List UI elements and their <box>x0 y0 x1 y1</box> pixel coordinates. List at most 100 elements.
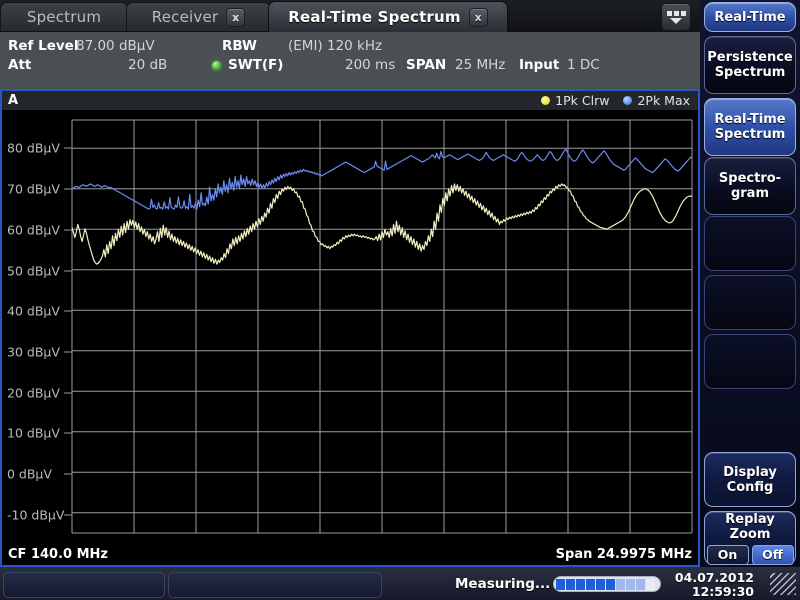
softkey-display-config[interactable]: DisplayConfig <box>704 452 796 507</box>
tab-receiver-label: Receiver <box>152 8 219 26</box>
toggle-off-button[interactable]: Off <box>752 545 794 565</box>
swt-label: SWT(F) <box>228 57 283 73</box>
input-label: Input <box>519 57 559 73</box>
center-frequency-label[interactable]: CF 140.0 MHz <box>8 547 108 562</box>
y-axis-tick-label: 0 dBµV <box>7 466 52 481</box>
swt-value[interactable]: 200 ms <box>345 57 395 73</box>
y-axis-tick-mark <box>64 270 72 271</box>
progress-segment <box>636 579 645 590</box>
y-axis-tick-label: 40 dBµV <box>7 304 60 319</box>
tab-real-time-spectrum-label: Real-Time Spectrum <box>288 8 461 26</box>
y-axis-tick-label: 30 dBµV <box>7 344 60 359</box>
input-value[interactable]: 1 DC <box>567 57 600 73</box>
ref-level-value[interactable]: 87.00 dBµV <box>76 38 155 54</box>
softkey-menu-title-label: Real-Time <box>714 10 785 25</box>
att-value[interactable]: 20 dB <box>128 57 167 73</box>
rbw-value[interactable]: (EMI) 120 kHz <box>288 38 382 54</box>
y-axis-labels: 80 dBµV70 dBµV60 dBµV50 dBµV40 dBµV30 dB… <box>2 110 72 543</box>
y-axis-tick-mark <box>64 392 72 393</box>
softkey-label: Persistence <box>707 50 793 65</box>
softkey-label: Display <box>723 465 777 480</box>
y-axis-tick-mark <box>64 148 72 149</box>
y-axis-tick-mark <box>64 433 72 434</box>
progress-segment <box>556 579 565 590</box>
softkey-menu-title[interactable]: Real-Time <box>704 2 796 32</box>
softkey-label: gram <box>731 186 769 201</box>
tab-receiver[interactable]: Receiver x <box>126 2 271 31</box>
softkey-replay-zoom[interactable]: ReplayZoom OnOff <box>704 511 796 565</box>
measurement-info-bar: Ref Level 87.00 dBµV Att 20 dB PA RBW (E… <box>0 32 700 89</box>
softkey-label: Real-Time <box>714 112 785 127</box>
progress-segment <box>576 579 585 590</box>
progress-segment <box>586 579 595 590</box>
progress-segment <box>616 579 625 590</box>
window-label: A <box>8 93 18 108</box>
plot-area[interactable]: 80 dBµV70 dBµV60 dBµV50 dBµV40 dBµV30 dB… <box>2 110 698 543</box>
legend-item-trace2[interactable]: 2Pk Max <box>623 93 690 108</box>
tab-bar: Spectrum Receiver x Real-Time Spectrum x <box>0 0 700 32</box>
att-label: Att <box>8 57 31 73</box>
tab-spectrum[interactable]: Spectrum <box>0 2 128 31</box>
y-axis-tick-mark <box>64 351 72 352</box>
legend-item-trace1-label: 1Pk Clrw <box>555 93 609 108</box>
span-value[interactable]: 25 MHz <box>455 57 505 73</box>
progress-segment <box>596 579 605 590</box>
y-axis-tick-mark <box>64 473 72 474</box>
softkey-empty-5 <box>704 275 796 330</box>
softkey-label: Spectrum <box>715 127 786 142</box>
span-label: SPAN <box>406 57 446 73</box>
softkey-label: Spectro- <box>719 171 781 186</box>
y-axis-tick-label: 20 dBµV <box>7 385 60 400</box>
legend-item-trace2-label: 2Pk Max <box>637 93 690 108</box>
y-axis-tick-mark <box>64 189 72 190</box>
spectrum-traces <box>2 110 698 543</box>
span-label-footer[interactable]: Span 24.9975 MHz <box>556 547 692 562</box>
y-axis-tick-label: -10 dBµV <box>7 507 64 522</box>
softkey-sidebar: Real-TimePersistenceSpectrumReal-TimeSpe… <box>700 0 800 567</box>
status-panel-center[interactable] <box>168 572 382 598</box>
softkey-label: Zoom <box>730 527 771 542</box>
close-icon[interactable]: x <box>469 8 488 27</box>
status-bar: Measuring... www.zcntronics.com 04.07.20… <box>0 567 800 600</box>
y-axis-tick-mark <box>64 514 72 515</box>
instrument-screen: Spectrum Receiver x Real-Time Spectrum x… <box>0 0 800 600</box>
tab-spectrum-label: Spectrum <box>27 8 101 26</box>
progress-segment <box>606 579 615 590</box>
toggle-on-button[interactable]: On <box>707 545 749 565</box>
trace2-marker-icon <box>623 96 632 105</box>
grid-dropdown-icon[interactable] <box>661 3 691 31</box>
rbw-label: RBW <box>222 38 257 54</box>
y-axis-tick-label: 10 dBµV <box>7 426 60 441</box>
ref-level-label: Ref Level <box>8 38 78 54</box>
y-axis-tick-mark <box>64 311 72 312</box>
resize-grip-icon[interactable] <box>770 573 796 595</box>
trace-header: A 1Pk Clrw 2Pk Max <box>2 91 698 111</box>
y-axis-tick-mark <box>64 229 72 230</box>
progress-segment <box>566 579 575 590</box>
spectrum-display[interactable]: A 1Pk Clrw 2Pk Max 80 dBµV70 dBµV60 dBµV… <box>0 89 700 567</box>
softkey-label: Spectrum <box>715 65 786 80</box>
softkey-label: Config <box>727 480 774 495</box>
softkey-persistence-spectrum[interactable]: PersistenceSpectrum <box>704 36 796 94</box>
y-axis-tick-label: 50 dBµV <box>7 263 60 278</box>
trace1-marker-icon <box>541 96 550 105</box>
date-label: 04.07.2012 <box>675 571 754 585</box>
grid-squares <box>667 11 686 16</box>
progress-bar <box>553 576 661 592</box>
y-axis-tick-label: 60 dBµV <box>7 222 60 237</box>
progress-segment <box>646 579 655 590</box>
tab-real-time-spectrum[interactable]: Real-Time Spectrum x <box>268 1 508 32</box>
chevron-down-icon <box>670 18 682 24</box>
trace-legend: 1Pk Clrw 2Pk Max <box>541 93 690 108</box>
status-panel-left[interactable] <box>3 572 165 598</box>
softkey-spectro-gram[interactable]: Spectro-gram <box>704 157 796 215</box>
y-axis-tick-label: 80 dBµV <box>7 141 60 156</box>
status-led-icon <box>212 61 221 70</box>
date-time: 04.07.2012 12:59:30 <box>675 571 754 599</box>
close-icon[interactable]: x <box>226 8 245 27</box>
softkey-empty-6 <box>704 334 796 389</box>
softkey-real-time-spectrum[interactable]: Real-TimeSpectrum <box>704 98 796 156</box>
softkey-label: Replay <box>725 512 774 527</box>
softkey-empty-4 <box>704 216 796 271</box>
legend-item-trace1[interactable]: 1Pk Clrw <box>541 93 609 108</box>
